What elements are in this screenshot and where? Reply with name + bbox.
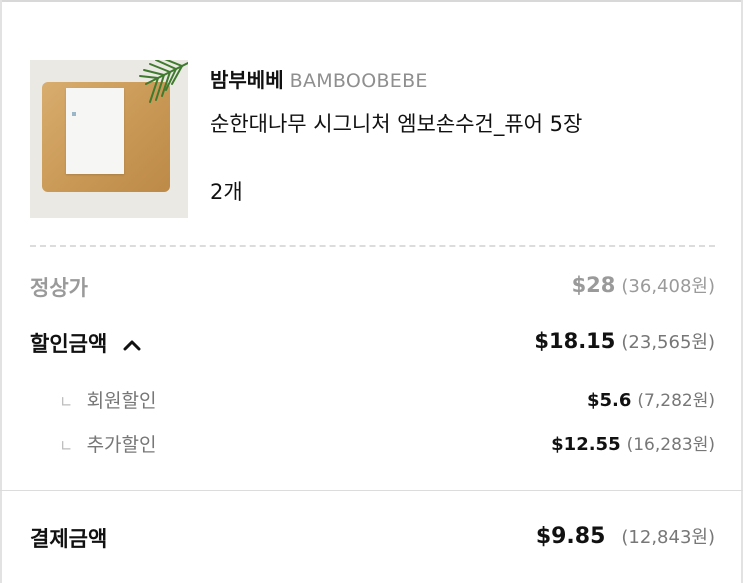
member-discount-amount: $5.6 (7,282원) — [587, 386, 715, 411]
total-divider — [0, 490, 743, 491]
brand-name-english: BAMBOOBEBE — [289, 70, 428, 92]
member-discount-krw: (7,282원) — [637, 391, 715, 411]
regular-price-row: 정상가 $28 (36,408원) — [30, 272, 715, 302]
extra-discount-usd: $12.55 — [551, 434, 621, 455]
regular-price-amount: $28 (36,408원) — [572, 272, 715, 298]
product-item[interactable]: 밤부베베 BAMBOOBEBE 순한대나무 시그니처 엠보손수건_퓨어 5장 2개 — [30, 60, 720, 220]
regular-price-krw: (36,408원) — [621, 276, 715, 297]
chevron-up-icon[interactable] — [123, 339, 141, 351]
member-discount-label-wrap: ∟ 회원할인 — [60, 386, 157, 413]
member-discount-usd: $5.6 — [587, 390, 632, 411]
discount-row[interactable]: 할인금액 $18.15 (23,565원) — [30, 328, 715, 358]
corner-marker-icon: ∟ — [60, 437, 73, 455]
dashed-divider — [30, 245, 715, 247]
regular-price-label: 정상가 — [30, 276, 88, 300]
total-row: 결제금액 $9.85 (12,843원) — [30, 523, 715, 553]
product-pack-image — [66, 88, 124, 174]
discount-usd: $18.15 — [534, 329, 616, 353]
total-usd: $9.85 — [535, 524, 606, 549]
extra-discount-amount: $12.55 (16,283원) — [551, 430, 715, 455]
brand-name-korean: 밤부베베 — [210, 68, 284, 92]
top-border — [0, 0, 743, 2]
extra-discount-label-wrap: ∟ 추가할인 — [60, 430, 157, 457]
corner-marker-icon: ∟ — [60, 393, 73, 411]
product-thumbnail[interactable] — [30, 60, 188, 218]
extra-discount-krw: (16,283원) — [626, 435, 715, 455]
member-discount-row: ∟ 회원할인 $5.6 (7,282원) — [30, 386, 715, 416]
total-krw: (12,843원) — [621, 527, 715, 548]
brand-line: 밤부베베 BAMBOOBEBE — [210, 64, 428, 92]
discount-label: 할인금액 — [30, 332, 108, 356]
regular-price-usd: $28 — [571, 273, 616, 297]
extra-discount-label: 추가할인 — [86, 434, 157, 456]
discount-amount: $18.15 (23,565원) — [534, 328, 715, 354]
product-quantity: 2개 — [210, 180, 243, 204]
member-discount-label: 회원할인 — [86, 390, 157, 412]
discount-krw: (23,565원) — [621, 332, 715, 353]
total-label: 결제금액 — [30, 527, 108, 551]
product-name[interactable]: 순한대나무 시그니처 엠보손수건_퓨어 5장 — [210, 108, 582, 138]
palm-leaf-image — [139, 60, 188, 103]
extra-discount-row: ∟ 추가할인 $12.55 (16,283원) — [30, 430, 715, 460]
left-border — [0, 0, 2, 583]
total-amount: $9.85 (12,843원) — [536, 523, 715, 549]
discount-toggle[interactable]: 할인금액 — [30, 328, 141, 358]
